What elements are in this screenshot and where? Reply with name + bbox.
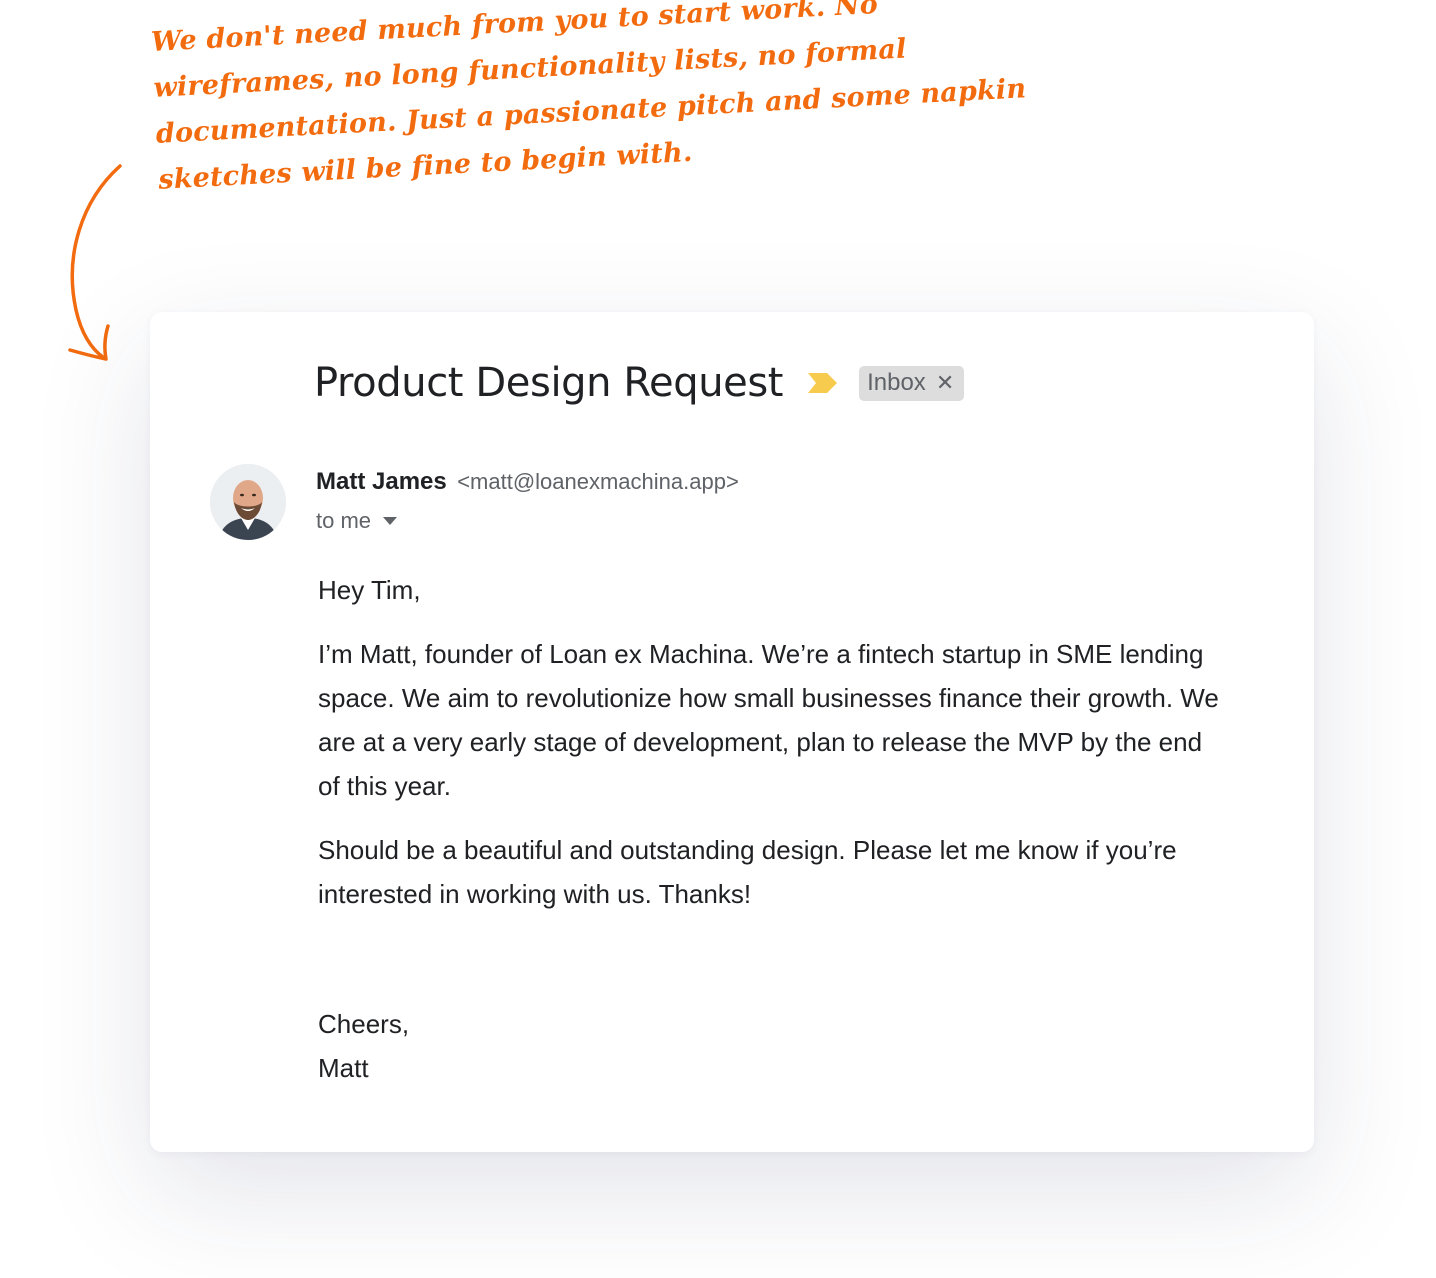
email-greeting: Hey Tim, <box>318 575 421 605</box>
handwritten-annotation: We don't need much from you to start wor… <box>150 0 1028 204</box>
curved-arrow-icon <box>68 164 122 361</box>
avatar[interactable] <box>210 464 286 540</box>
subject-row: Product Design Request Inbox ✕ <box>314 360 965 406</box>
label-chip-text: Inbox <box>867 369 926 396</box>
avatar-image <box>210 464 286 540</box>
sender-line: Matt James <matt@loanexmachina.app> <box>316 468 739 496</box>
chevron-down-icon[interactable] <box>383 517 398 525</box>
recipient-text: to me <box>316 508 372 533</box>
close-icon[interactable]: ✕ <box>936 370 954 396</box>
email-closing: Cheers, <box>318 1009 410 1039</box>
email-card: Product Design Request Inbox ✕ Matt Jame… <box>150 312 1314 1152</box>
importance-marker-icon[interactable] <box>807 370 839 396</box>
recipient-details-toggle[interactable]: to me <box>316 508 398 534</box>
sender-email: <matt@loanexmachina.app> <box>457 469 739 494</box>
sender-name[interactable]: Matt James <box>316 468 447 495</box>
label-chip-inbox: Inbox ✕ <box>859 365 965 401</box>
email-subject: Product Design Request <box>314 360 784 406</box>
email-body: Hey Tim, I’m Matt, founder of Loan ex Ma… <box>318 568 1228 936</box>
email-paragraph: Should be a beautiful and outstanding de… <box>318 835 1177 909</box>
email-signoff: Cheers, Matt <box>318 1002 409 1090</box>
email-signature: Matt <box>318 1053 369 1083</box>
email-paragraph: I’m Matt, founder of Loan ex Machina. We… <box>318 639 1219 801</box>
